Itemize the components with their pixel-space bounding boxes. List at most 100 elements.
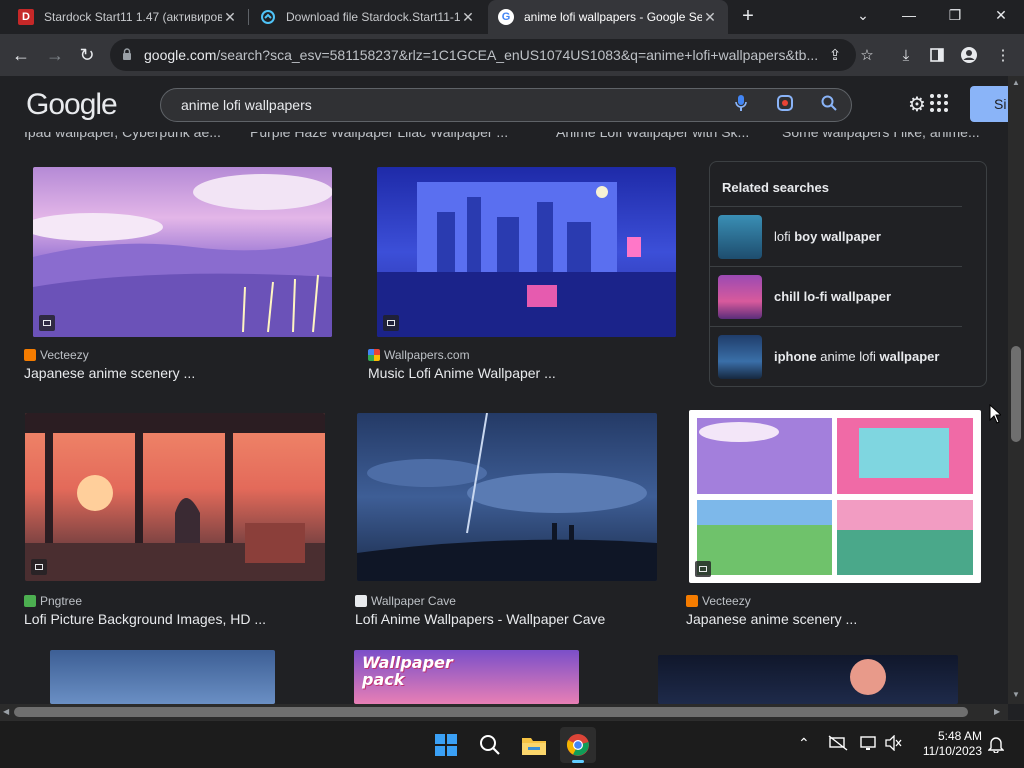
google-favicon-icon: G: [498, 9, 514, 25]
tab-title: Download file Stardock.Start11-1: [286, 10, 460, 24]
arrow-right-icon: →: [46, 44, 64, 65]
result-thumb-japanese-scenery-2[interactable]: [689, 410, 981, 583]
address-url: google.com/search?sca_esv=581158237&rlz=…: [144, 47, 819, 63]
result-source[interactable]: Vecteezy: [24, 348, 89, 362]
result-source[interactable]: Wallpapers.com: [368, 348, 470, 362]
result-title[interactable]: Lofi Picture Background Images, HD ...: [24, 611, 324, 627]
image-badge-icon: [695, 561, 711, 577]
vecteezy-favicon-icon: [686, 595, 698, 607]
system-clock[interactable]: 5:48 AM 11/10/2023: [912, 729, 982, 759]
result-title[interactable]: Japanese anime scenery ...: [24, 365, 324, 381]
stardock-favicon-icon: D: [18, 9, 34, 25]
related-item-chill-lofi[interactable]: chill lo-fi wallpaper: [710, 266, 962, 326]
google-logo[interactable]: Google: [26, 88, 118, 122]
tab-strip: D Stardock Start11 1.47 (активиров ✕ Dow…: [0, 0, 1024, 34]
lock-icon: [122, 47, 136, 63]
download-site-favicon-icon: [260, 9, 276, 25]
result-title[interactable]: Japanese anime scenery ...: [686, 611, 986, 627]
notification-bell-icon[interactable]: [987, 735, 1005, 756]
tab-title: anime lofi wallpapers - Google Se: [524, 10, 702, 24]
minimize-button[interactable]: —: [886, 0, 932, 30]
horizontal-scrollbar[interactable]: ◀ ▶: [0, 704, 1008, 720]
chrome-icon: [566, 734, 589, 756]
file-explorer-button[interactable]: [516, 727, 552, 763]
reload-button[interactable]: ↻: [72, 40, 102, 70]
result-thumb-row3-a[interactable]: [50, 650, 275, 704]
display-icon[interactable]: [860, 735, 878, 754]
search-query[interactable]: anime lofi wallpapers: [181, 97, 719, 113]
image-badge-icon: [31, 559, 47, 575]
google-apps-icon[interactable]: [930, 94, 948, 112]
result-source[interactable]: Vecteezy: [686, 594, 751, 608]
wallpaper-pack-text: Wallpaper pack: [362, 653, 453, 689]
arrow-left-icon: ←: [12, 44, 30, 65]
address-bar[interactable]: google.com/search?sca_esv=581158237&rlz=…: [110, 39, 856, 71]
clock-time: 5:48 AM: [937, 729, 982, 743]
related-thumb: [718, 274, 762, 319]
result-source[interactable]: Pngtree: [24, 594, 82, 608]
wallpapers-com-favicon-icon: [368, 349, 380, 361]
vecteezy-favicon-icon: [24, 349, 36, 361]
scroll-down-arrow-icon[interactable]: ▼: [1012, 690, 1020, 699]
tab-divider: [248, 9, 249, 25]
result-title[interactable]: Music Lofi Anime Wallpaper ...: [368, 365, 668, 381]
menu-kebab-icon[interactable]: ⋮: [988, 40, 1018, 70]
clock-date: 11/10/2023: [922, 744, 982, 758]
restore-button[interactable]: ❐: [932, 0, 978, 30]
microphone-icon[interactable]: [719, 94, 763, 117]
result-thumb-row3-c[interactable]: [658, 655, 958, 704]
mouse-cursor-icon: [989, 403, 1003, 429]
related-label: iphone anime lofi wallpaper: [774, 349, 940, 364]
vertical-scroll-thumb[interactable]: [1011, 346, 1021, 442]
taskbar-search-button[interactable]: [472, 727, 508, 763]
horizontal-scroll-thumb[interactable]: [14, 707, 968, 717]
folder-icon: [522, 738, 546, 755]
network-disconnected-icon[interactable]: [828, 735, 848, 754]
result-thumb-japanese-scenery[interactable]: [33, 167, 332, 337]
lens-camera-icon[interactable]: [763, 94, 807, 117]
scroll-up-arrow-icon[interactable]: ▲: [1012, 78, 1020, 87]
search-icon[interactable]: [807, 95, 851, 116]
close-tab-icon[interactable]: ✕: [222, 9, 238, 26]
related-item-iphone-anime[interactable]: iphone anime lofi wallpaper: [710, 326, 962, 386]
close-window-button[interactable]: ✕: [978, 0, 1024, 30]
tab-download[interactable]: Download file Stardock.Start11-1 ✕: [250, 0, 486, 34]
new-tab-button[interactable]: +: [737, 5, 759, 27]
search-box[interactable]: anime lofi wallpapers: [160, 88, 852, 122]
result-source[interactable]: Wallpaper Cave: [355, 594, 456, 608]
image-badge-icon: [383, 315, 399, 331]
downloads-icon[interactable]: ⤓: [891, 40, 921, 70]
speaker-muted-icon[interactable]: [884, 734, 902, 754]
settings-gear-icon[interactable]: ⚙: [908, 92, 926, 117]
search-results-page: Google anime lofi wallpapers ⚙ Si Ipad w…: [0, 76, 1008, 704]
related-item-lofi-boy[interactable]: lofi boy wallpaper: [710, 206, 962, 266]
share-icon[interactable]: ⇪: [820, 40, 850, 70]
bookmark-star-icon[interactable]: ☆: [852, 40, 882, 70]
sign-in-button[interactable]: Si: [970, 86, 1008, 122]
result-thumb-lofi-picture[interactable]: [25, 413, 325, 581]
result-thumb-lofi-anime-cave[interactable]: [357, 413, 657, 581]
related-label: lofi boy wallpaper: [774, 229, 881, 244]
side-panel-icon[interactable]: [922, 40, 952, 70]
show-hidden-icons-chevron-icon[interactable]: ⌃: [798, 735, 810, 752]
result-thumb-wallpaper-pack[interactable]: Wallpaper pack: [354, 650, 579, 704]
close-tab-icon[interactable]: ✕: [702, 9, 718, 26]
tab-google-search[interactable]: G anime lofi wallpapers - Google Se ✕: [488, 0, 728, 34]
active-app-indicator: [572, 760, 584, 763]
browser-toolbar: ← → ↻ google.com/search?sca_esv=58115823…: [0, 34, 1024, 76]
back-button[interactable]: ←: [6, 40, 36, 70]
vertical-scrollbar[interactable]: ▲ ▼: [1008, 76, 1024, 704]
scroll-right-arrow-icon[interactable]: ▶: [994, 707, 1000, 716]
related-searches-heading: Related searches: [722, 180, 829, 195]
forward-button[interactable]: →: [40, 40, 70, 70]
tab-search-button[interactable]: ⌄: [840, 0, 886, 30]
result-title[interactable]: Lofi Anime Wallpapers - Wallpaper Cave: [355, 611, 655, 627]
result-thumb-music-lofi[interactable]: [377, 167, 676, 337]
start-button[interactable]: [428, 727, 464, 763]
profile-icon[interactable]: [954, 40, 984, 70]
close-tab-icon[interactable]: ✕: [460, 9, 476, 26]
image-badge-icon: [39, 315, 55, 331]
tab-stardock[interactable]: D Stardock Start11 1.47 (активиров ✕: [8, 0, 248, 34]
chrome-taskbar-button[interactable]: [560, 727, 596, 763]
scroll-left-arrow-icon[interactable]: ◀: [3, 707, 9, 716]
